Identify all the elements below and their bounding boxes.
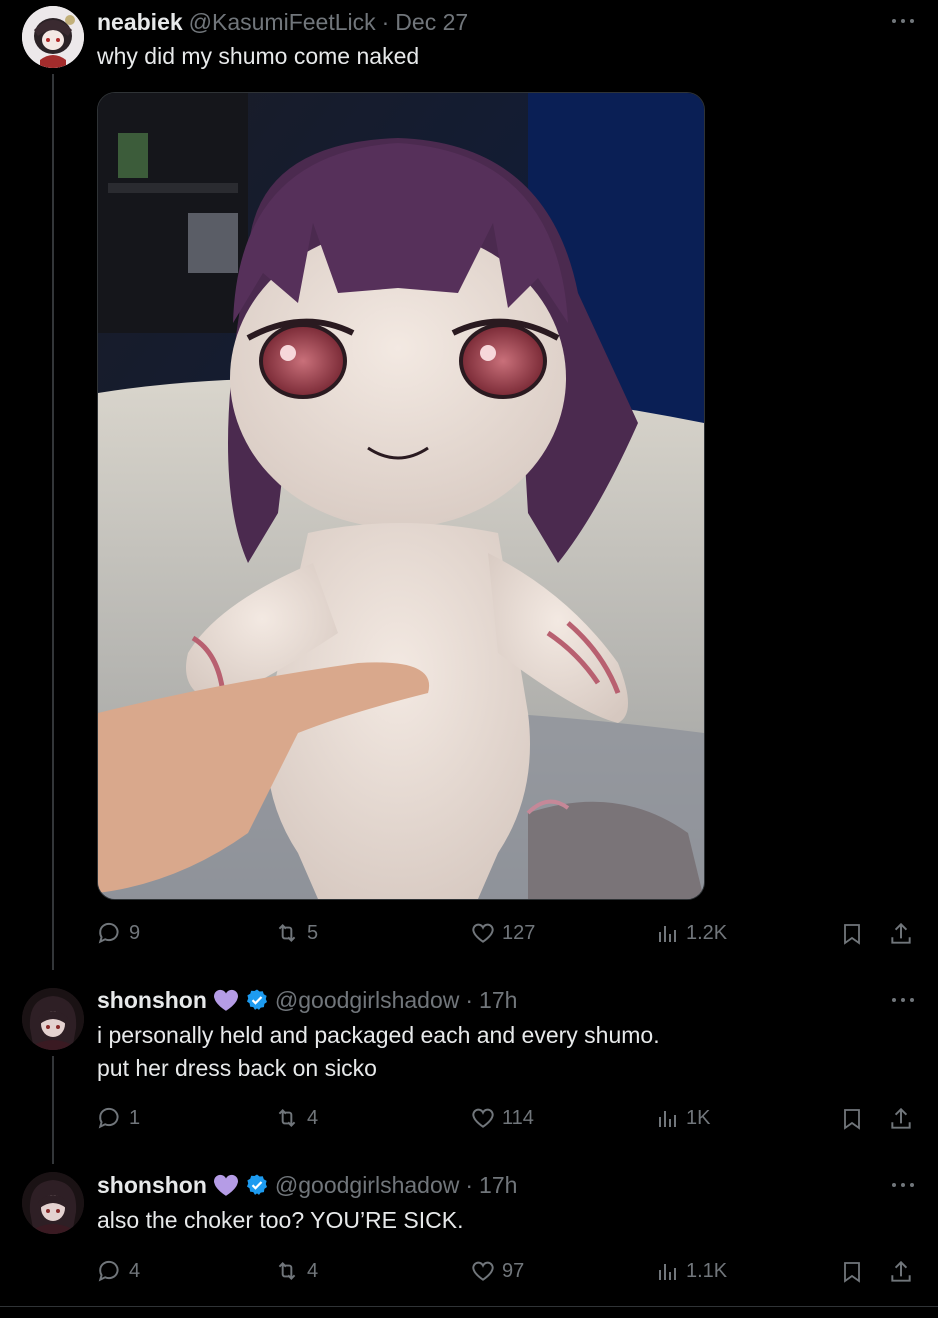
bookmark-icon [844,924,860,945]
repost-count: 5 [307,921,319,944]
purple-heart-icon [213,989,238,1011]
repost-count: 4 [307,1259,319,1282]
views-button[interactable]: 1K [656,1105,710,1131]
post-text-line: put her dress back on sicko [97,1055,377,1081]
like-button[interactable]: 127 [470,920,535,946]
separator: · [465,1171,474,1198]
more-options-icon[interactable] [892,1183,914,1189]
view-count: 1K [686,1106,711,1129]
reply-button[interactable]: 4 [97,1258,140,1284]
repost-icon [278,924,296,942]
view-count: 1.2K [686,921,728,944]
share-icon [891,1260,911,1282]
timestamp[interactable]: 17h [479,987,517,1014]
separator: · [465,986,474,1013]
avatar[interactable] [22,988,84,1050]
verified-badge-icon [246,1174,267,1195]
reply-count: 1 [129,1106,141,1129]
share-button[interactable] [888,920,914,948]
share-icon [891,922,911,944]
avatar[interactable] [22,1172,84,1234]
repost-button[interactable]: 4 [273,1105,318,1131]
verified-badge-icon [246,989,267,1010]
handle[interactable]: @KasumiFeetLick [189,9,376,36]
bookmark-icon [844,1262,860,1283]
separator: · [381,8,390,35]
reply-icon [98,1260,119,1282]
avatar[interactable] [22,6,84,68]
bookmark-icon [844,1109,860,1130]
avatar-image [22,1172,84,1234]
like-count: 127 [502,921,536,944]
share-icon [891,1107,911,1129]
avatar-image [22,6,84,68]
share-button[interactable] [888,1105,914,1133]
more-options-icon[interactable] [892,998,914,1004]
reply-icon [98,1107,119,1129]
analytics-icon [659,1111,676,1127]
like-count: 114 [502,1106,534,1129]
plush-doll-photo [98,93,704,899]
handle[interactable]: @goodgirlshadow [275,1172,459,1199]
repost-icon [278,1109,296,1127]
bookmark-button[interactable] [840,1258,864,1286]
analytics-icon [659,1264,676,1280]
views-button[interactable]: 1.1K [656,1258,727,1284]
view-count: 1.1K [686,1259,728,1282]
bookmark-button[interactable] [840,1105,864,1133]
repost-button[interactable]: 4 [273,1258,318,1284]
heart-icon [472,923,494,943]
divider [0,1306,938,1307]
timestamp[interactable]: Dec 27 [395,9,468,36]
like-button[interactable]: 97 [470,1258,524,1284]
display-name[interactable]: shonshon [97,1172,207,1199]
purple-heart-icon [213,1174,238,1196]
reply-button[interactable]: 9 [97,920,140,946]
repost-count: 4 [307,1106,319,1129]
reply-button[interactable]: 1 [97,1105,140,1131]
views-button[interactable]: 1.2K [656,920,727,946]
analytics-icon [659,926,676,942]
reply-count: 9 [129,921,141,944]
post-image[interactable] [97,92,705,900]
repost-button[interactable]: 5 [273,920,318,946]
reply-icon [98,922,119,944]
thread-line [52,74,54,970]
post-header: neabiek @KasumiFeetLick · Dec 27 [97,6,468,38]
avatar-image [22,988,84,1050]
thread-line [52,1056,54,1164]
post-header: shonshon @goodgirlshadow · 17h [97,984,517,1016]
post-text-line: i personally held and packaged each and … [97,1022,660,1048]
bookmark-button[interactable] [840,920,864,948]
post-text: why did my shumo come naked [97,43,420,69]
heart-icon [472,1108,494,1128]
share-button[interactable] [888,1258,914,1286]
like-count: 97 [502,1259,525,1282]
post-header: shonshon @goodgirlshadow · 17h [97,1169,517,1201]
display-name[interactable]: shonshon [97,987,207,1014]
repost-icon [278,1262,296,1280]
handle[interactable]: @goodgirlshadow [275,987,459,1014]
timestamp[interactable]: 17h [479,1172,517,1199]
display-name[interactable]: neabiek [97,9,183,36]
like-button[interactable]: 114 [470,1105,534,1131]
post-text: also the choker too? YOU’RE SICK. [97,1207,464,1233]
heart-icon [472,1261,494,1281]
reply-count: 4 [129,1259,141,1282]
more-options-icon[interactable] [892,19,914,25]
